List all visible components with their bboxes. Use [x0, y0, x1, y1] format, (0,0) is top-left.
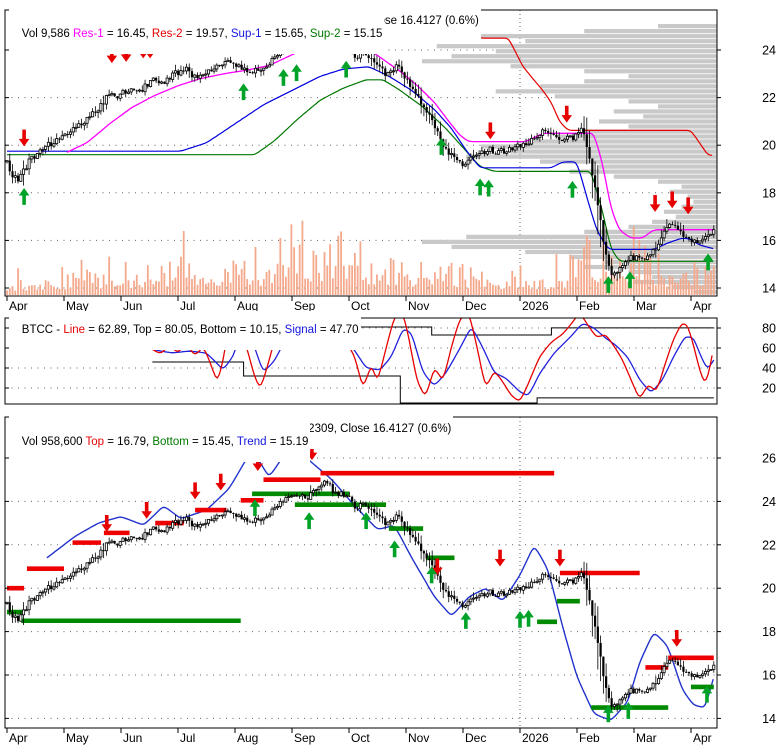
panel3-volume-label: Vol 958,600: [21, 436, 86, 448]
panel1-y-tick-label: 14: [762, 282, 776, 296]
panel1-y-tick-label: 20: [762, 139, 776, 153]
panel3-x-tick-label: Dec: [465, 731, 486, 745]
panel1-y-tick-label: 18: [762, 186, 776, 200]
bottom-value: = 15.45,: [188, 436, 237, 448]
panel1-x-tick-label: 2026: [522, 299, 549, 313]
panel1-x-tick-label: Dec: [465, 299, 486, 313]
sup2-value: = 15.15: [340, 28, 383, 40]
panel1-y-tick-label: 22: [762, 91, 776, 105]
panel3-y-tick-label: 24: [762, 495, 776, 509]
osc-mid-values: = 62.89, Top = 80.05, Bottom = 10.15,: [85, 324, 285, 336]
panel1-legend: Vol 9,586 Res-1 = 16.45, Res-2 = 19.57, …: [9, 15, 385, 54]
panel1-x-tick-label: Nov: [408, 299, 429, 313]
panel2-title: BTCC - Line = 62.89, Top = 80.05, Bottom…: [9, 311, 361, 350]
panel1-volume-label: Vol 9,586: [21, 28, 73, 40]
panel1-x-tick-label: Apr: [693, 299, 712, 313]
panel3-x-tick-label: Aug: [237, 731, 258, 745]
panel3-y-tick-label: 14: [762, 712, 776, 726]
panel1-y-tick-label: 16: [762, 234, 776, 248]
panel3-y-tick-label: 16: [762, 669, 776, 683]
panel3-x-tick-label: Jun: [123, 731, 142, 745]
panel3-x-axis: Apr May Jun Jul Aug Sep Oct Nov Dec 2026 Feb Mar Apr: [6, 728, 712, 745]
osc-signal-label: Signal: [284, 324, 317, 336]
chart-window: 24 22 20 18 16 14 Apr May Jun Jul Aug Sep Oct Nov Dec 2…: [0, 0, 780, 745]
top-value: = 16.79,: [104, 436, 153, 448]
panel2-y-tick-label: 60: [762, 342, 776, 356]
panel3-y-tick-label: 20: [762, 582, 776, 596]
panel3-x-tick-label: 2026: [522, 731, 549, 745]
panel3: 26 24 22 20 18 16 14 Apr May Jun Jul Aug Sep Oct Nov De…: [4, 416, 776, 745]
panel2-symbol: BTCC -: [21, 324, 64, 336]
panel1: 242220181614Apr May Jun Jul Aug Sep Oct Nov Dec 2…: [4, 9, 776, 313]
bottom-label: Bottom: [152, 436, 189, 448]
panel3-x-tick-label: Apr: [693, 731, 712, 745]
panel2-y-tick-label: 20: [762, 382, 776, 396]
panel3-x-tick-label: Apr: [9, 731, 28, 745]
panel3-x-tick-label: Nov: [408, 731, 429, 745]
trend-value: = 15.19: [266, 436, 309, 448]
panel3-x-tick-label: Mar: [636, 731, 657, 745]
panel3-y-tick-label: 22: [762, 538, 776, 552]
panel3-x-tick-label: Oct: [351, 731, 370, 745]
trend-label: Trend: [236, 436, 267, 448]
charts-canvas[interactable]: 242220181614Apr May Jun Jul Aug Sep Oct Nov Dec 2…: [0, 0, 780, 745]
panel3-x-tick-label: May: [66, 731, 89, 745]
top-label: Top: [85, 436, 105, 448]
res1-value: = 16.45,: [103, 28, 152, 40]
sup1-value: = 15.65,: [261, 28, 310, 40]
panel3-x-tick-label: Jul: [180, 731, 195, 745]
sup1-label: Sup-1: [230, 28, 262, 40]
panel2-y-tick-label: 80: [762, 322, 776, 336]
panel3-x-tick-label: Sep: [294, 731, 316, 745]
osc-signal-value: = 47.70: [316, 324, 359, 336]
res2-label: Res-2: [151, 28, 183, 40]
panel1-x-tick-label: Mar: [636, 299, 657, 313]
panel3-x-tick-label: Feb: [579, 731, 600, 745]
res1-label: Res-1: [72, 28, 104, 40]
res2-value: = 19.57,: [182, 28, 231, 40]
panel2-y-tick-label: 40: [762, 362, 776, 376]
panel1-y-tick-label: 24: [762, 44, 776, 58]
panel3-legend: Vol 958,600 Top = 16.79, Bottom = 15.45,…: [9, 423, 311, 462]
panel3-y-tick-label: 26: [762, 452, 776, 466]
panel3-plot-area[interactable]: [5, 417, 717, 728]
sup2-label: Sup-2: [309, 28, 341, 40]
osc-line-label: Line: [63, 324, 86, 336]
panel3-y-tick-label: 18: [762, 625, 776, 639]
panel1-x-tick-label: Feb: [579, 299, 600, 313]
